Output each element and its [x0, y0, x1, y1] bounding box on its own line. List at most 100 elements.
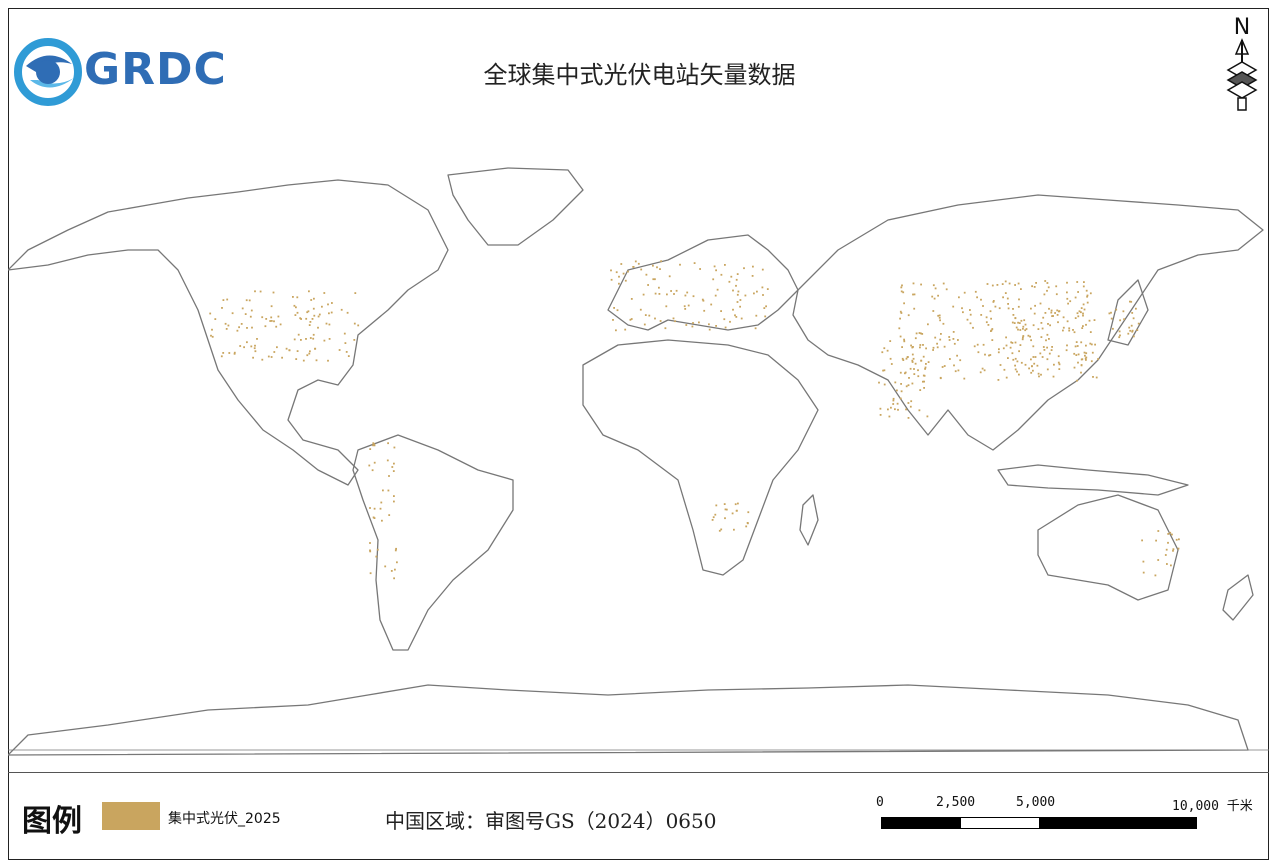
pv-point	[710, 303, 713, 306]
pv-point	[1068, 327, 1071, 330]
pv-point	[720, 310, 722, 312]
pv-point	[974, 290, 977, 293]
pv-point	[323, 292, 326, 294]
pv-point	[254, 350, 257, 353]
pv-point	[994, 305, 997, 308]
scale-tick-10000: 10,000 千米	[1172, 799, 1253, 814]
pv-point	[1013, 322, 1016, 324]
pv-point	[943, 345, 946, 348]
pv-point	[1016, 360, 1019, 363]
pv-point	[345, 351, 348, 353]
pv-point	[297, 333, 300, 336]
pv-point	[1073, 366, 1076, 369]
pv-point	[1040, 336, 1043, 338]
pv-point	[1166, 563, 1168, 565]
pv-point	[1024, 363, 1027, 366]
pv-point	[338, 349, 341, 351]
pv-point	[1034, 356, 1037, 358]
pv-point	[922, 355, 925, 358]
pv-point	[1085, 323, 1087, 326]
pv-point	[321, 305, 323, 308]
pv-point	[948, 339, 951, 341]
pv-point	[739, 299, 742, 301]
pv-point	[910, 400, 913, 403]
pv-point	[985, 316, 988, 319]
scale-segment-1	[881, 817, 961, 829]
pv-point	[328, 338, 331, 340]
pv-point	[1130, 324, 1133, 327]
pv-point	[912, 282, 915, 285]
pv-point	[932, 346, 935, 349]
pv-point	[936, 342, 938, 345]
pv-point	[934, 336, 937, 339]
pv-point	[734, 314, 736, 317]
pv-point	[1006, 297, 1009, 300]
pv-point	[1065, 349, 1068, 352]
pv-point	[736, 293, 739, 296]
pv-point	[1112, 327, 1114, 330]
pv-point	[327, 303, 329, 306]
pv-point	[1083, 351, 1086, 354]
pv-point	[615, 329, 617, 332]
pv-point	[1136, 329, 1139, 331]
pv-point	[1022, 327, 1024, 330]
pv-point	[1074, 317, 1077, 319]
pv-point	[308, 324, 311, 326]
pv-point	[624, 279, 627, 282]
pv-point	[747, 522, 749, 525]
pv-point	[949, 358, 951, 360]
pv-point	[227, 324, 230, 327]
pv-point	[1045, 339, 1047, 342]
pv-point	[1043, 293, 1046, 296]
pv-point	[927, 323, 929, 326]
pv-point	[293, 304, 296, 307]
pv-point	[267, 355, 270, 358]
pv-point	[1076, 281, 1079, 283]
pv-point	[911, 353, 914, 356]
pv-point	[1130, 300, 1133, 303]
pv-point	[616, 309, 619, 312]
pv-point	[902, 291, 905, 294]
pv-point	[388, 514, 391, 516]
pv-point	[1012, 358, 1015, 361]
pv-point	[728, 280, 731, 283]
pv-point	[879, 414, 882, 416]
pv-point	[647, 284, 649, 286]
pv-point	[766, 288, 769, 290]
pv-point	[723, 503, 726, 505]
pv-point	[652, 264, 654, 267]
pv-point	[1062, 326, 1065, 329]
pv-point	[889, 357, 892, 360]
pv-point	[226, 298, 229, 301]
pv-point	[610, 269, 612, 272]
pv-point	[1009, 346, 1012, 349]
pv-point	[373, 507, 376, 510]
pv-point	[905, 385, 908, 388]
pv-point	[300, 318, 302, 320]
pv-point	[252, 356, 254, 359]
pv-point	[1014, 368, 1017, 371]
pv-point	[980, 314, 983, 316]
pv-point	[1014, 341, 1017, 344]
pv-point	[883, 383, 886, 386]
pv-point	[1046, 358, 1049, 361]
pv-point	[272, 291, 275, 294]
pv-point	[714, 513, 717, 516]
pv-point	[1011, 352, 1014, 355]
pv-point	[259, 290, 262, 293]
pv-point	[1076, 345, 1079, 347]
pv-point	[632, 266, 635, 268]
pv-point	[963, 377, 966, 380]
pv-point	[987, 324, 990, 326]
pv-point	[897, 408, 899, 411]
pv-point	[210, 334, 212, 337]
pv-point	[761, 268, 764, 271]
antarctica-outline	[8, 684, 1249, 756]
pv-point	[881, 351, 884, 354]
pv-point	[1110, 311, 1112, 314]
pv-point	[1018, 373, 1020, 376]
pv-point	[309, 321, 312, 323]
pv-point	[1048, 352, 1051, 355]
pv-point	[292, 296, 294, 298]
pv-point	[1093, 319, 1096, 321]
